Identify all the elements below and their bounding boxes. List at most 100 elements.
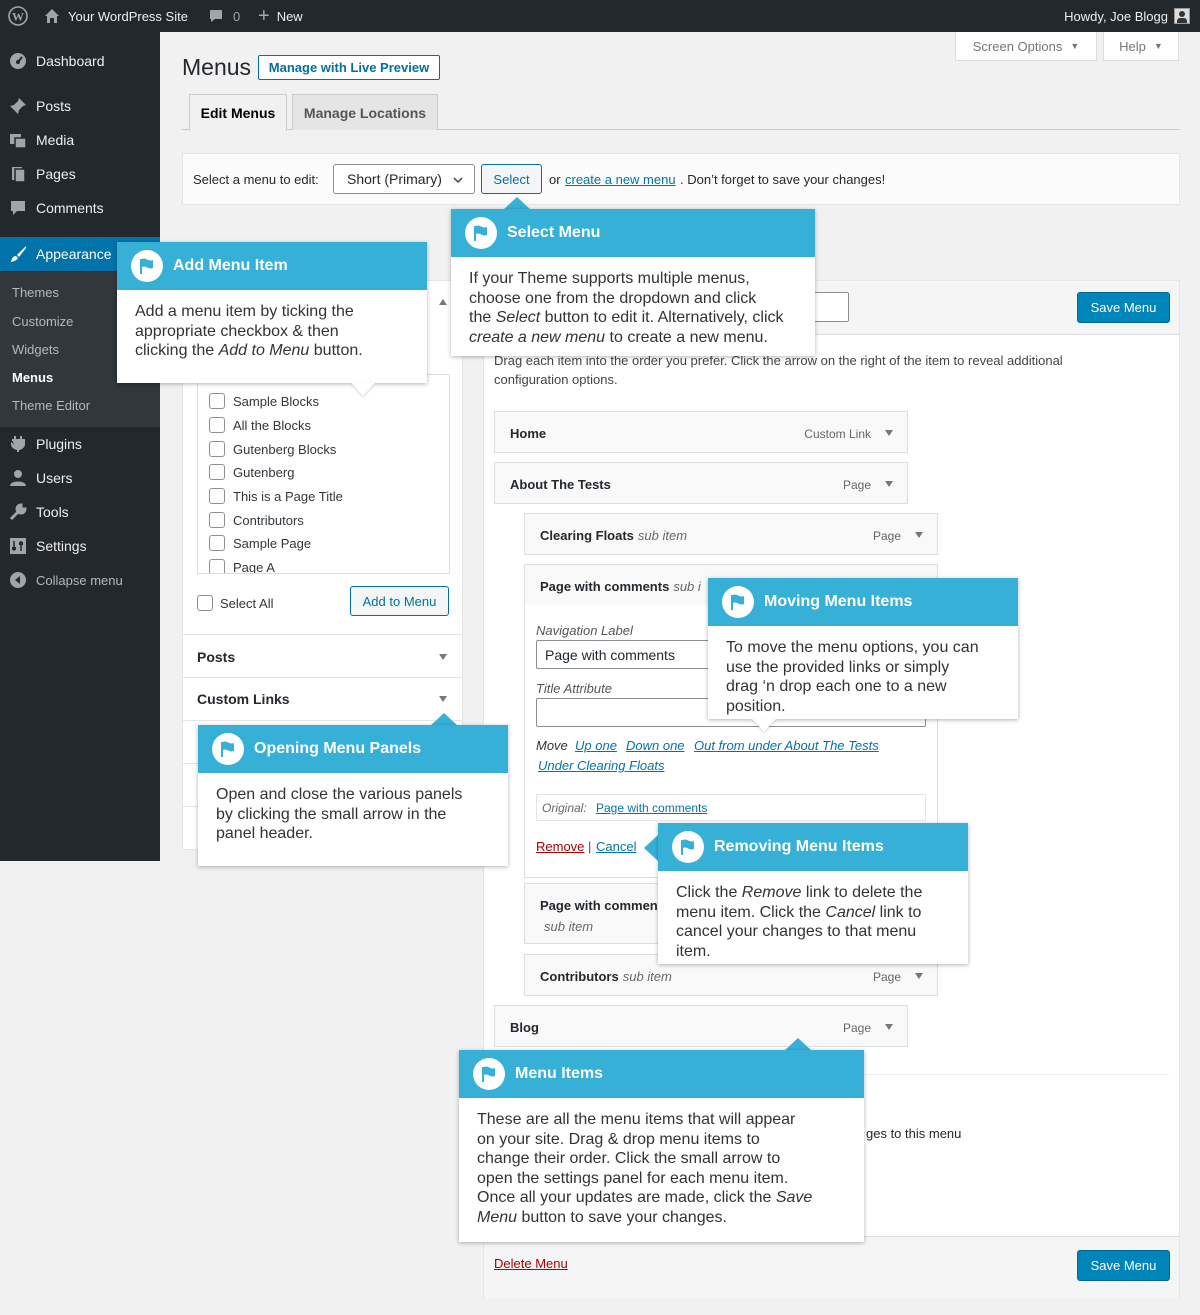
callout-text: If your Theme supports multiple menus, [469, 270, 750, 287]
manage-live-preview-button[interactable]: Manage with Live Preview [258, 55, 440, 80]
user-account-menu[interactable]: Howdy, Joe Blogg [1064, 0, 1190, 32]
callout-text: position. [726, 697, 786, 715]
callout-text: appropriate checkbox & then [135, 322, 339, 340]
original-link[interactable]: Page with comments [596, 801, 707, 815]
save-menu-button-bottom[interactable]: Save Menu [1077, 1250, 1170, 1281]
checkbox-label: Gutenberg Blocks [233, 442, 337, 457]
tab-edit-menus[interactable]: Edit Menus [189, 94, 287, 131]
sidebar-item-dashboard[interactable]: Dashboard [0, 44, 160, 78]
menu-item-blog[interactable]: Blog Page [494, 1005, 908, 1047]
original-box: Original: Page with comments [536, 794, 926, 821]
callout-text: Add a menu item by ticking the [135, 303, 354, 320]
wordpress-logo-icon[interactable]: W [8, 0, 28, 32]
checkbox[interactable] [209, 417, 225, 433]
admin-sidebar: Dashboard Posts Media Pages Comments App… [0, 32, 160, 861]
menu-item-title: Contributors [540, 969, 619, 984]
new-content-link[interactable]: + New [258, 0, 303, 32]
checkbox[interactable] [209, 512, 225, 528]
cancel-link[interactable]: Cancel [596, 839, 636, 854]
submenu-theme-editor[interactable]: Theme Editor [12, 398, 90, 413]
comment-bubble-icon [208, 8, 224, 24]
callout-text: To move the menu options, you can [726, 639, 979, 656]
move-up-one-link[interactable]: Up one [575, 738, 617, 753]
callout-text: Once all your updates are made, click th… [477, 1189, 776, 1206]
move-under-link[interactable]: Under Clearing Floats [538, 758, 664, 773]
panel-collapse-arrow-icon[interactable] [439, 299, 447, 305]
callout-text: Save [775, 1189, 813, 1206]
flag-icon [722, 586, 754, 618]
callout-text: Click the [676, 884, 742, 901]
menu-item-clearing-floats[interactable]: Clearing Floats sub item Page [524, 513, 938, 555]
checkbox[interactable] [209, 393, 225, 409]
original-label: Original: [542, 801, 587, 815]
collapse-menu-button[interactable]: Collapse menu [0, 563, 160, 597]
sidebar-item-label: Posts [36, 98, 72, 114]
expand-arrow-icon[interactable] [885, 1024, 893, 1030]
submenu-customize[interactable]: Customize [12, 314, 73, 329]
sidebar-item-pages[interactable]: Pages [0, 157, 160, 191]
sidebar-item-label: Comments [36, 200, 104, 216]
create-new-menu-link[interactable]: create a new menu [565, 172, 676, 187]
sidebar-item-settings[interactable]: Settings [0, 529, 160, 563]
expand-arrow-icon[interactable] [915, 532, 923, 538]
tab-manage-locations[interactable]: Manage Locations [292, 94, 438, 130]
media-icon [0, 131, 36, 149]
callout-text: Cancel [825, 903, 876, 921]
checkbox-label: This is a Page Title [233, 489, 343, 504]
comments-count: 0 [233, 8, 241, 24]
sidebar-item-posts[interactable]: Posts [0, 89, 160, 123]
callout-text: item. [676, 942, 711, 960]
expand-arrow-icon[interactable] [885, 430, 893, 436]
menu-item-about[interactable]: About The Tests Page [494, 462, 908, 504]
expand-arrow-icon[interactable] [885, 481, 893, 487]
sidebar-item-users[interactable]: Users [0, 461, 160, 495]
delete-menu-link[interactable]: Delete Menu [494, 1256, 568, 1271]
move-out-from-under-link[interactable]: Out from under About The Tests [694, 738, 879, 753]
move-down-one-link[interactable]: Down one [626, 738, 685, 753]
checkbox[interactable] [209, 535, 225, 551]
help-button[interactable]: Help ▼ [1103, 32, 1179, 61]
submenu-widgets[interactable]: Widgets [12, 342, 59, 357]
panel-toggle-arrow-icon[interactable] [439, 696, 447, 702]
site-name-link[interactable]: Your WordPress Site [44, 0, 188, 32]
add-to-menu-button[interactable]: Add to Menu [350, 586, 449, 616]
sidebar-item-media[interactable]: Media [0, 123, 160, 157]
callout-text: Open and close the various panels [216, 786, 463, 803]
sidebar-item-label: Users [36, 470, 73, 486]
sidebar-item-comments[interactable]: Comments [0, 191, 160, 225]
home-icon [44, 8, 60, 24]
checkbox[interactable] [209, 559, 225, 573]
remove-link[interactable]: Remove [536, 839, 584, 854]
user-icon [0, 469, 36, 487]
plus-icon: + [258, 5, 270, 27]
checkbox-label: All the Blocks [233, 418, 312, 433]
select-all-checkbox[interactable] [197, 595, 213, 611]
custom-links-panel-header[interactable]: Custom Links [183, 678, 462, 720]
submenu-themes[interactable]: Themes [12, 285, 59, 300]
menu-item-home[interactable]: Home Custom Link [494, 411, 908, 453]
panel-toggle-arrow-icon[interactable] [439, 654, 447, 660]
checkbox[interactable] [209, 441, 225, 457]
callout-text: Remove [741, 884, 802, 901]
comments-link[interactable]: 0 [208, 0, 240, 32]
callout-title: Moving Menu Items [764, 593, 913, 610]
menu-item-title: About The Tests [510, 477, 611, 492]
callout-menu-items: Menu Items These are all the menu items … [459, 1050, 864, 1242]
menu-select-dropdown[interactable]: Short (Primary) [333, 164, 475, 194]
select-button[interactable]: Select [481, 164, 542, 194]
save-menu-button-top[interactable]: Save Menu [1077, 292, 1170, 323]
screen-options-button[interactable]: Screen Options ▼ [955, 32, 1097, 61]
menu-item-title: Page with commen [540, 898, 658, 913]
callout-text: to create a new menu. [605, 328, 768, 346]
checkbox[interactable] [209, 464, 225, 480]
sidebar-item-plugins[interactable]: Plugins [0, 427, 160, 461]
callout-pointer [752, 719, 776, 732]
callout-text: use the provided links or simply [726, 658, 950, 676]
menu-footer [484, 1236, 1179, 1298]
expand-arrow-icon[interactable] [915, 973, 923, 979]
sidebar-item-tools[interactable]: Tools [0, 495, 160, 529]
checkbox[interactable] [209, 488, 225, 504]
submenu-menus[interactable]: Menus [12, 370, 53, 385]
sidebar-item-label: Plugins [36, 436, 82, 452]
posts-panel-header[interactable]: Posts [183, 635, 462, 677]
